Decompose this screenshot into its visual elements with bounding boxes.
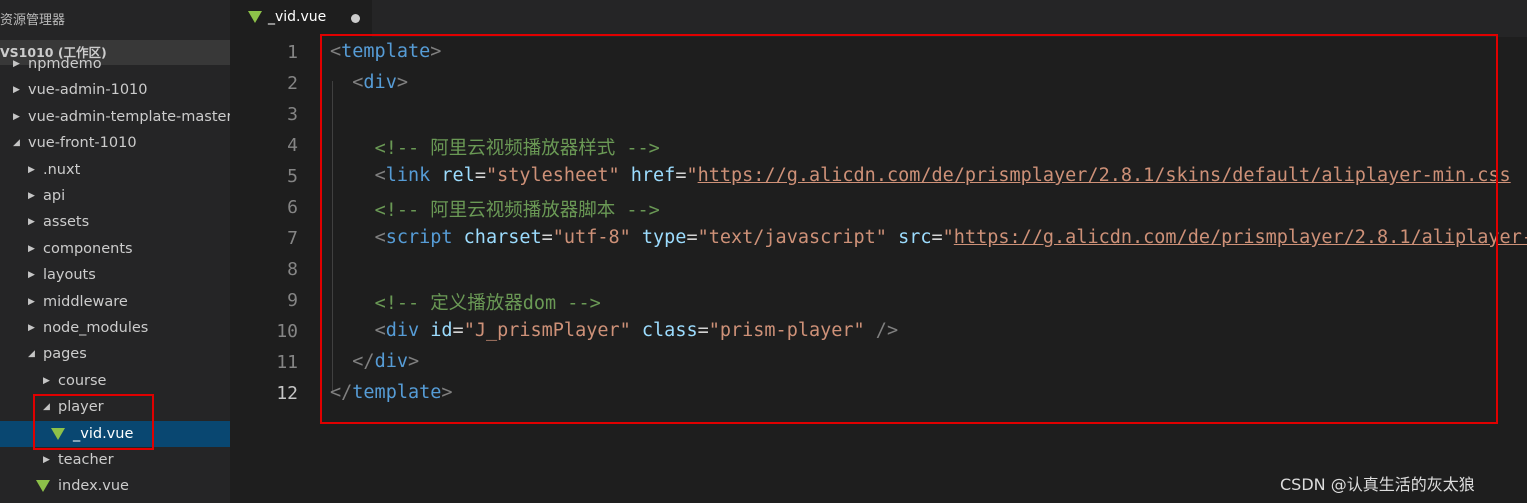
chevron-right-icon[interactable]: ▶ — [43, 368, 50, 394]
tree-item[interactable]: ▶ npmdemo — [0, 51, 230, 77]
tree-item-label: vue-admin-template-master — [28, 108, 230, 125]
chevron-right-icon[interactable]: ▶ — [13, 104, 20, 130]
chevron-right-icon[interactable]: ▶ — [13, 77, 20, 103]
tree-item-label: middleware — [43, 293, 128, 310]
highlight-box-player-folder — [33, 394, 154, 450]
chevron-right-icon[interactable]: ▶ — [43, 447, 50, 473]
tree-item-label: vue-admin-1010 — [28, 82, 148, 99]
tree-item-label: npmdemo — [28, 56, 102, 72]
tree-item[interactable]: ▶ components — [0, 236, 230, 262]
tree-item[interactable]: ▶ middleware — [0, 289, 230, 315]
line-number: 6 — [287, 197, 298, 218]
tree-item[interactable]: ◢ vue-front-1010 — [0, 130, 230, 156]
chevron-right-icon[interactable]: ▶ — [28, 157, 35, 183]
unsaved-dot-icon[interactable] — [351, 14, 360, 23]
vue-file-icon — [36, 480, 50, 493]
chevron-right-icon[interactable]: ▶ — [13, 51, 20, 77]
line-number: 1 — [287, 42, 298, 63]
tree-item-label: index.vue — [58, 478, 129, 495]
tree-item[interactable]: ◢ pages — [0, 341, 230, 367]
chevron-down-icon[interactable]: ◢ — [28, 341, 35, 367]
tree-item-label: api — [43, 188, 66, 204]
tree-item-label: components — [43, 240, 133, 257]
chevron-right-icon[interactable]: ▶ — [28, 209, 35, 235]
chevron-down-icon[interactable]: ◢ — [13, 130, 20, 156]
line-number: 3 — [287, 104, 298, 125]
tree-item-label: layouts — [43, 267, 96, 284]
line-number: 12 — [276, 383, 298, 404]
tree-item[interactable]: ▶ api — [0, 183, 230, 209]
tab-label: _vid.vue — [268, 9, 327, 25]
watermark: CSDN @认真生活的灰太狼 — [1280, 475, 1475, 494]
tree-item-label: course — [58, 372, 107, 389]
tree-item-label: node_modules — [43, 320, 149, 336]
tree-item-label: vue-front-1010 — [28, 135, 137, 152]
tree-item-label: teacher — [58, 452, 114, 468]
chevron-right-icon[interactable]: ▶ — [28, 289, 35, 315]
tree-item[interactable]: ▶ layouts — [0, 262, 230, 288]
line-number: 8 — [287, 259, 298, 280]
vue-file-icon — [248, 11, 262, 23]
tree-item[interactable]: ▶ course — [0, 368, 230, 394]
line-number: 10 — [276, 321, 298, 342]
chevron-right-icon[interactable]: ▶ — [28, 262, 35, 288]
tab-bar: _vid.vue — [230, 0, 1527, 37]
tree-item[interactable]: ▶ vue-admin-1010 — [0, 77, 230, 103]
line-number: 7 — [287, 228, 298, 249]
line-number: 5 — [287, 166, 298, 187]
explorer-title: 资源管理器 — [0, 13, 66, 28]
highlight-box-editor — [320, 34, 1498, 424]
chevron-right-icon[interactable]: ▶ — [28, 315, 35, 341]
tree-item-label: .nuxt — [43, 161, 81, 178]
tree-item-label: assets — [43, 214, 90, 231]
tab-vid-vue[interactable]: _vid.vue — [230, 0, 372, 37]
chevron-right-icon[interactable]: ▶ — [28, 236, 35, 262]
line-number: 11 — [276, 352, 298, 373]
line-number: 4 — [287, 135, 298, 156]
line-number: 9 — [287, 290, 298, 311]
tree-item[interactable]: ▶ node_modules — [0, 315, 230, 341]
tree-item-label: pages — [43, 346, 87, 363]
tree-item[interactable]: ▶ assets — [0, 209, 230, 235]
tree-item[interactable]: ▶ .nuxt — [0, 157, 230, 183]
line-number: 2 — [287, 73, 298, 94]
tree-item[interactable]: index.vue — [0, 473, 230, 499]
tree-item[interactable]: ▶ vue-admin-template-master — [0, 104, 230, 130]
tree-item[interactable]: ▶ teacher — [0, 447, 230, 473]
chevron-right-icon[interactable]: ▶ — [28, 183, 35, 209]
